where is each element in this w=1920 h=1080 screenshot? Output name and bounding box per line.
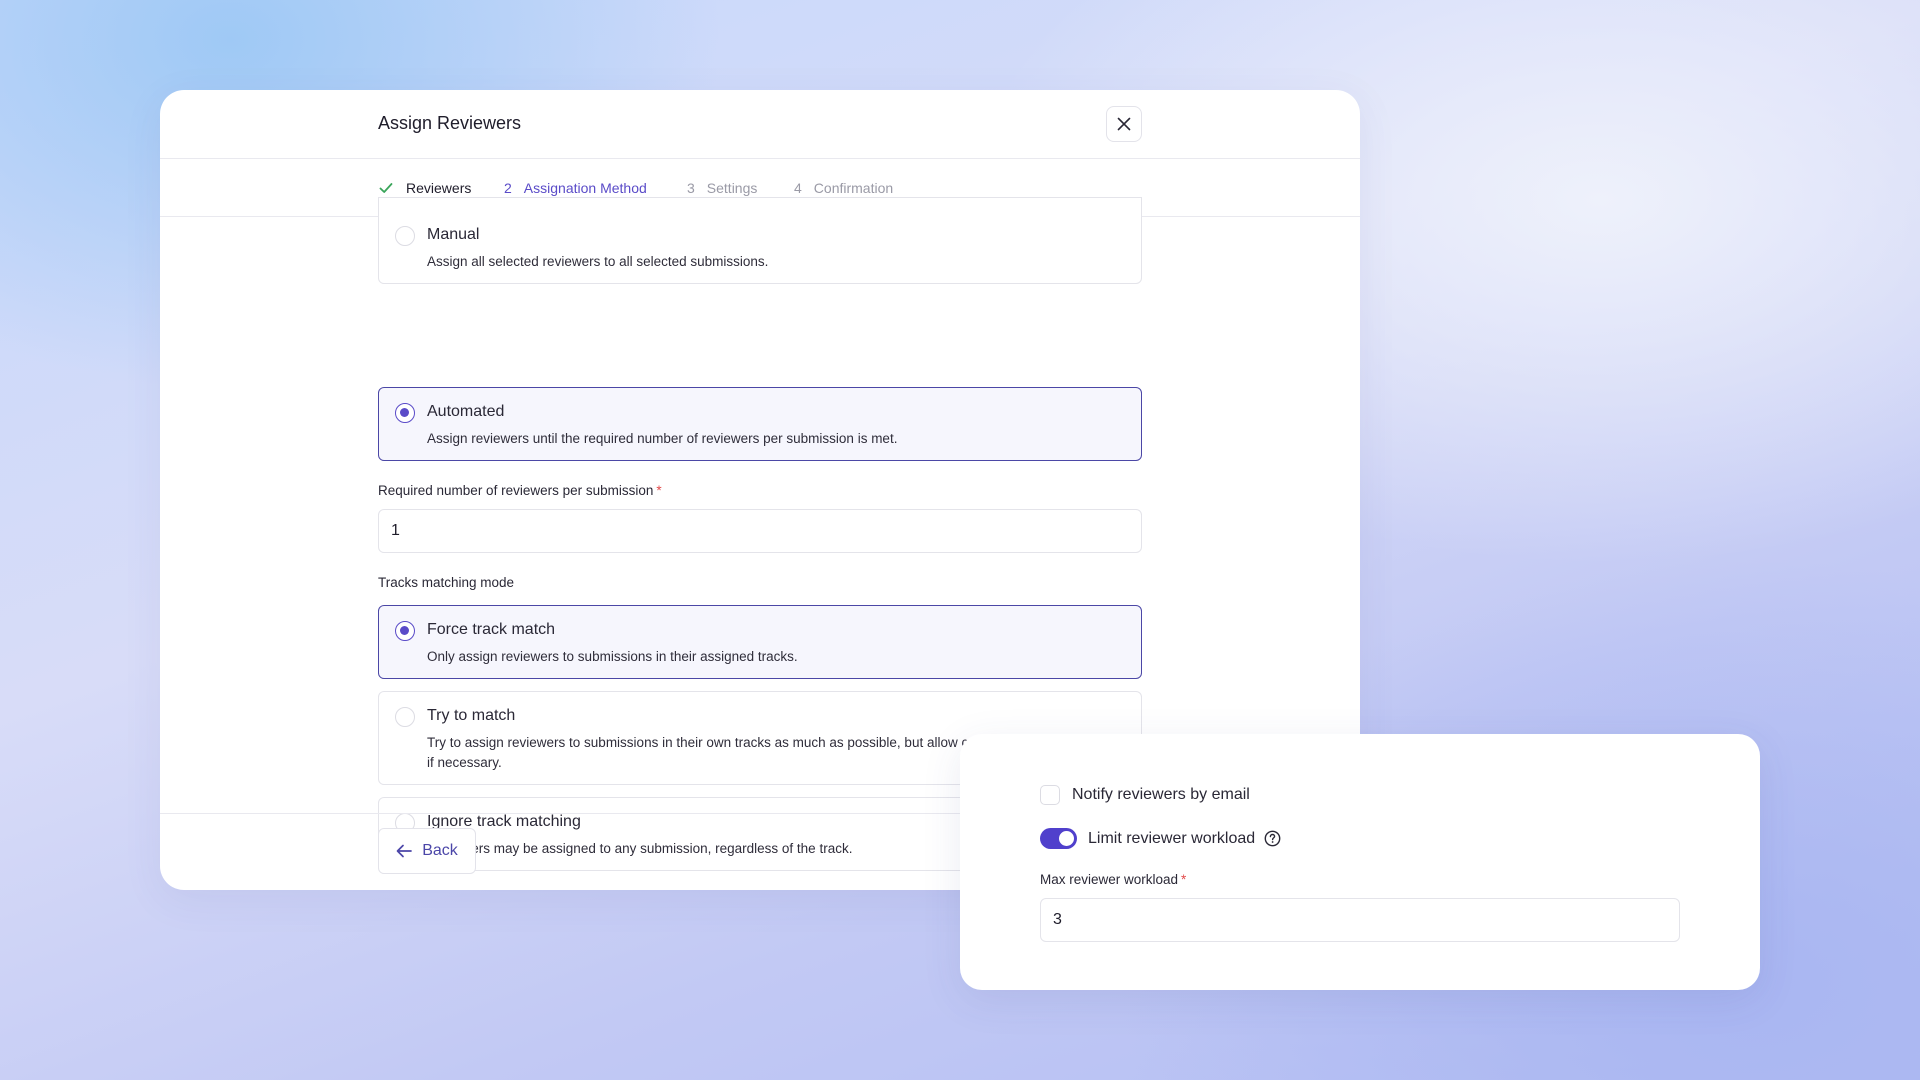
limit-workload-label: Limit reviewer workload <box>1088 830 1256 847</box>
step-number: 4 <box>794 180 802 196</box>
back-label: Back <box>422 842 458 859</box>
radio-try-to-match[interactable] <box>395 707 415 727</box>
step-label: Reviewers <box>406 180 472 196</box>
check-icon <box>378 180 394 196</box>
max-workload-label: Max reviewer workload * <box>1040 872 1187 887</box>
arrow-left-icon <box>396 844 413 858</box>
step-label: Confirmation <box>813 180 894 196</box>
option-title: Force track match <box>427 621 556 638</box>
workload-settings-card: Notify reviewers by email Limit reviewer… <box>960 734 1760 990</box>
question-circle-icon[interactable] <box>1264 830 1281 847</box>
radio-manual[interactable] <box>395 226 415 246</box>
required-mark: * <box>656 483 662 498</box>
close-icon <box>1117 117 1131 131</box>
required-mark: * <box>1181 872 1187 887</box>
option-manual[interactable]: Manual Assign all selected reviewers to … <box>378 197 1142 284</box>
option-description: Assign reviewers until the required numb… <box>427 431 898 446</box>
tracks-matching-label: Tracks matching mode <box>378 575 515 590</box>
required-reviewers-label: Required number of reviewers per submiss… <box>378 483 662 498</box>
required-reviewers-input[interactable] <box>378 509 1142 553</box>
option-automated[interactable]: Automated Assign reviewers until the req… <box>378 387 1142 461</box>
option-description: Only assign reviewers to submissions in … <box>427 649 798 664</box>
step-label: Assignation Method <box>523 180 647 196</box>
modal-header: Assign Reviewers <box>160 90 1360 159</box>
radio-force-track-match[interactable] <box>395 621 415 641</box>
radio-automated[interactable] <box>395 403 415 423</box>
step-label: Settings <box>706 180 758 196</box>
back-button[interactable]: Back <box>378 828 476 874</box>
option-title: Manual <box>427 226 480 243</box>
option-force-track-match[interactable]: Force track match Only assign reviewers … <box>378 605 1142 679</box>
max-workload-input[interactable] <box>1040 898 1680 942</box>
step-number: 2 <box>504 180 512 196</box>
option-title: Try to match <box>427 707 516 724</box>
close-button[interactable] <box>1106 106 1142 142</box>
option-description: Assign all selected reviewers to all sel… <box>427 254 769 269</box>
option-title: Automated <box>427 403 505 420</box>
notify-email-checkbox[interactable] <box>1040 785 1060 805</box>
limit-workload-toggle[interactable] <box>1040 828 1077 849</box>
step-number: 3 <box>687 180 695 196</box>
notify-email-label: Notify reviewers by email <box>1072 786 1250 803</box>
modal-title: Assign Reviewers <box>378 113 522 133</box>
